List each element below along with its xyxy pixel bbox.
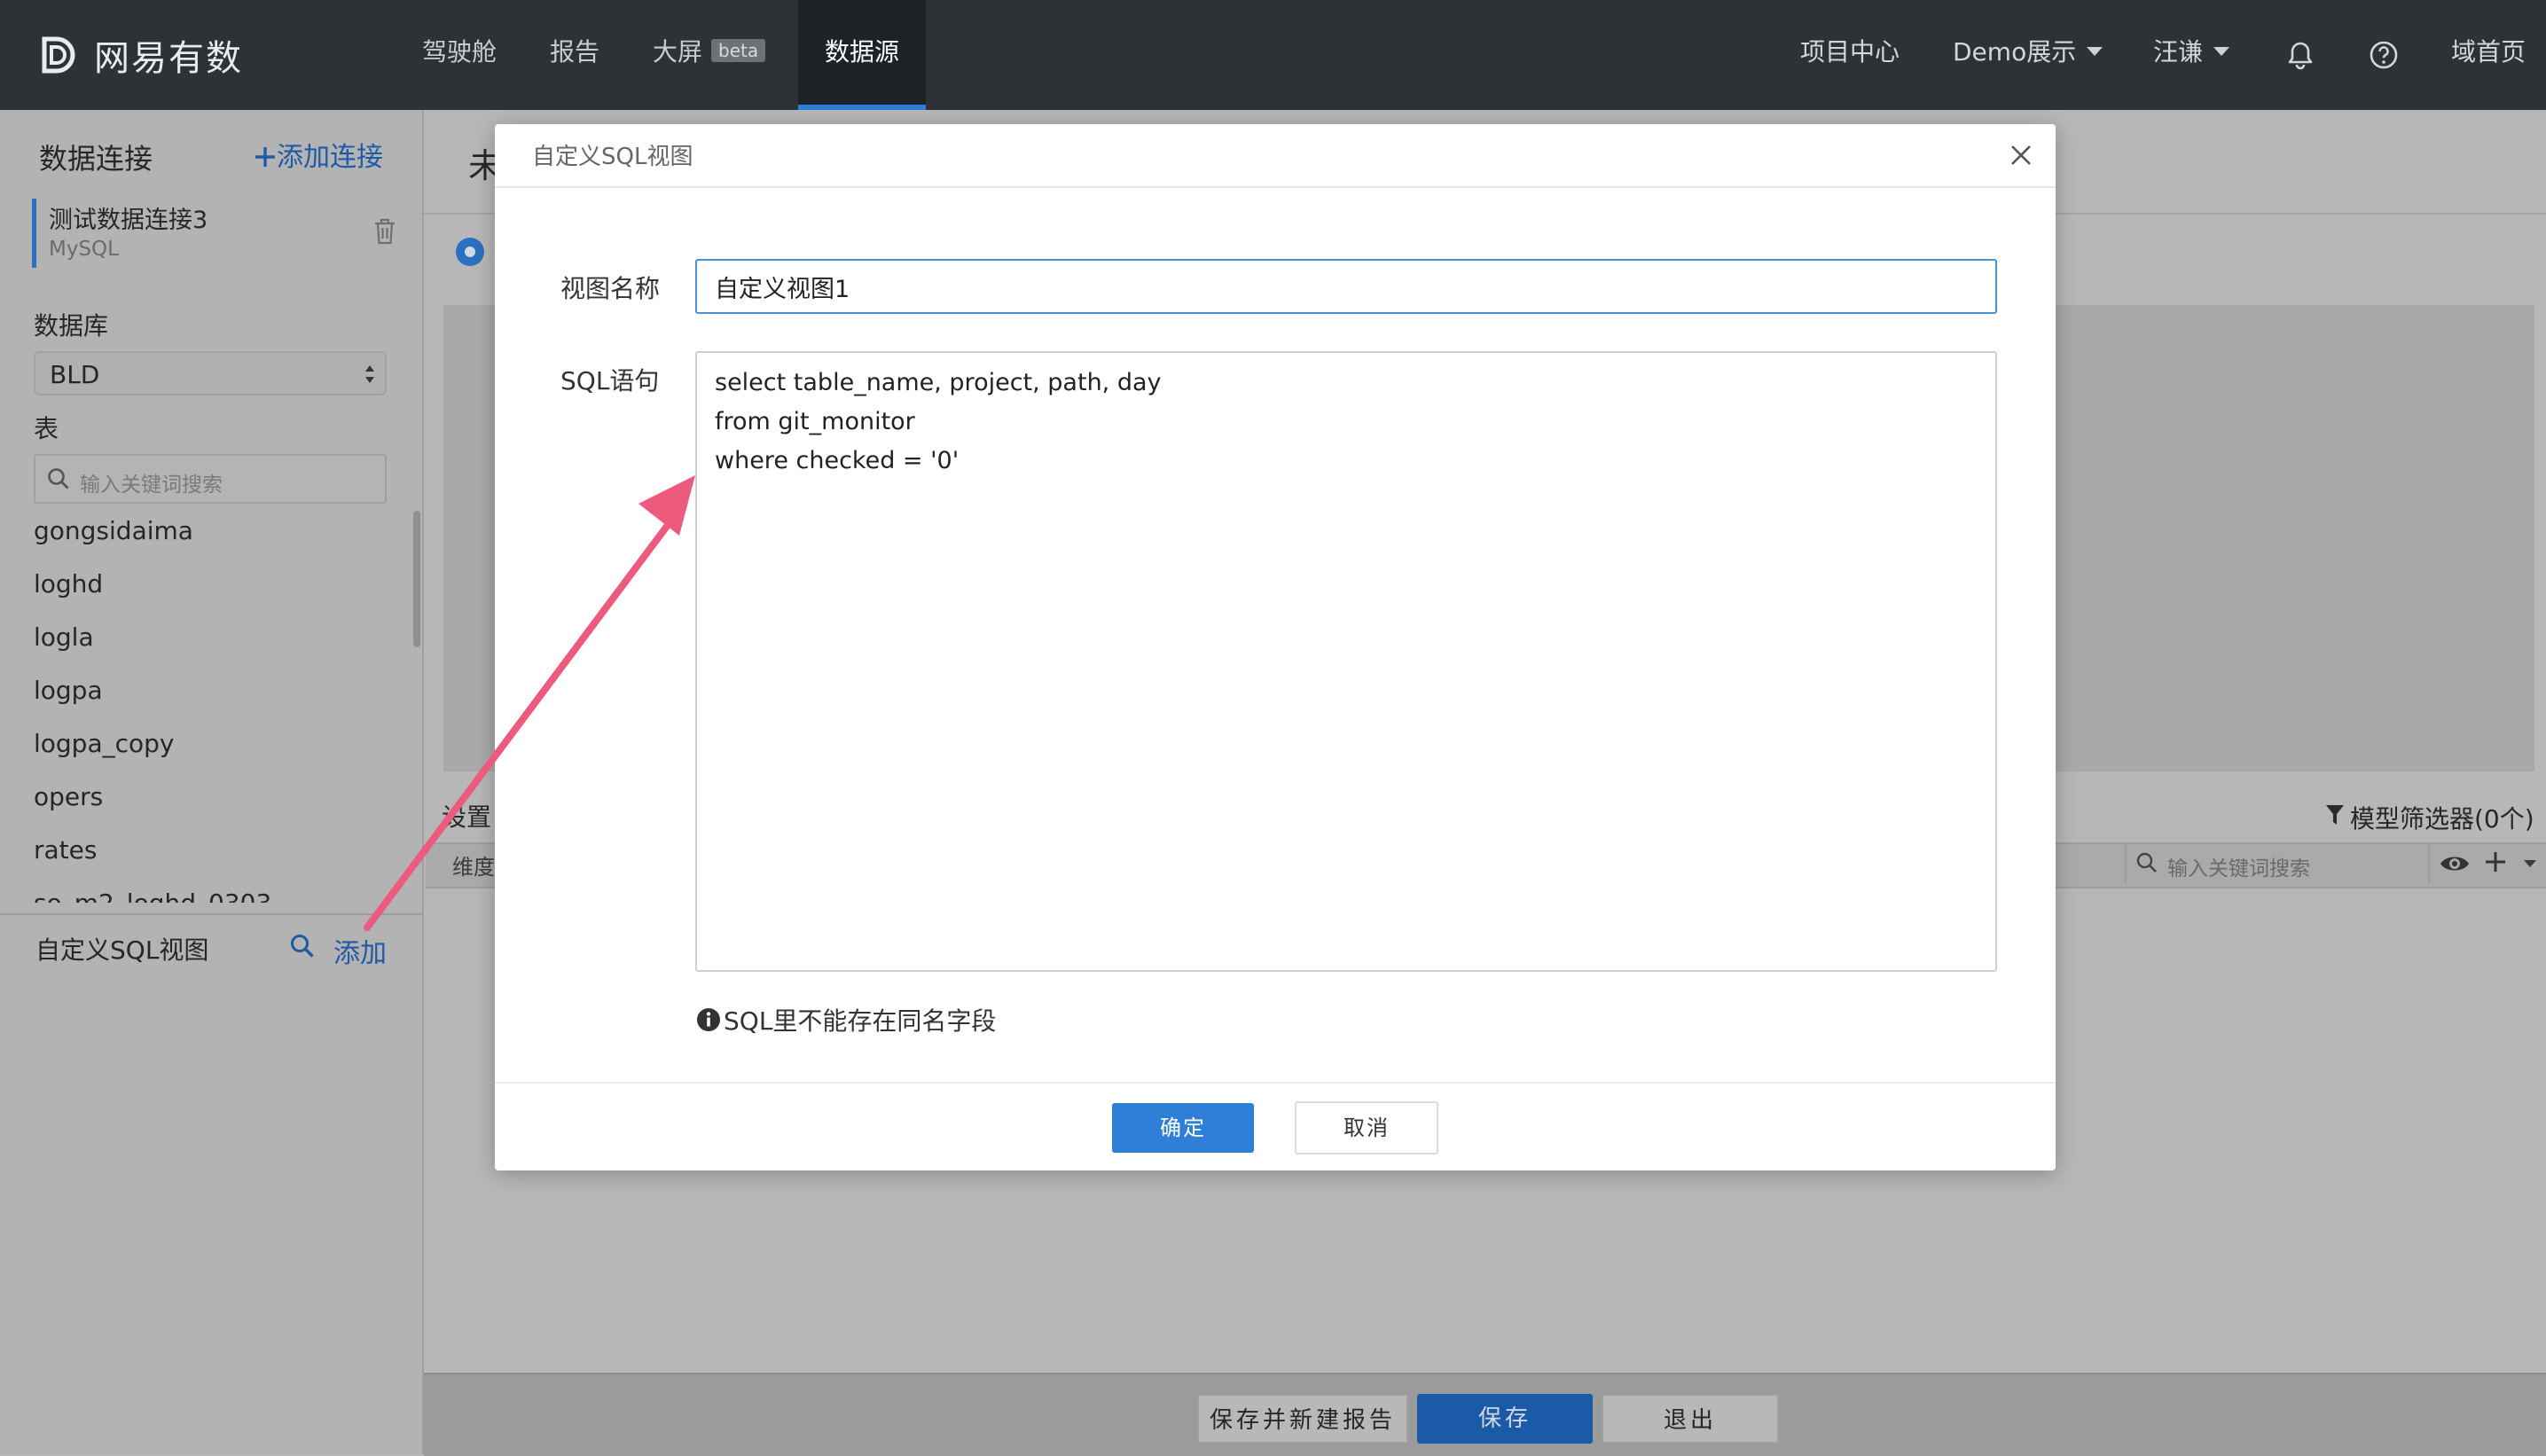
nav-cockpit[interactable]: 驾驶舱 [422,0,497,110]
dialog-footer [495,1082,2056,1172]
bell-icon[interactable] [2284,39,2316,71]
table-label: 表 [34,414,59,443]
nav-reports[interactable]: 报告 [550,0,603,110]
database-value: BLD [50,360,100,389]
project-center-link[interactable]: 项目中心 [1800,0,1900,110]
sidebar-title: 数据连接 [39,142,153,176]
demo-dropdown[interactable]: Demo展示 [1953,0,2103,110]
custom-sql-view-dialog: 自定义SQL视图 视图名称 SQL语句 SQL里不能存在同名字段 确定 取消 [495,124,2056,1170]
top-navigation-bar: 网易有数 驾驶舱 报告 大屏 beta 数据源 项目中心 Demo展示 汪谦 域首… [0,0,2546,110]
demo-label: Demo展示 [1953,37,2077,67]
info-icon [697,1008,720,1031]
database-select[interactable]: BLD [34,351,387,395]
view-name-input[interactable] [695,259,1997,314]
field-search-placeholder: 输入关键词搜索 [2167,857,2310,881]
custom-sql-view-label: 自定义SQL视图 [35,935,209,965]
add-view-button[interactable]: 添加 [333,931,387,970]
nav-big-screen-label: 大屏 [653,37,703,67]
search-icon [48,468,69,489]
table-item[interactable]: loghd [34,562,406,615]
brand-name: 网易有数 [94,38,243,79]
model-filter-button[interactable]: 模型筛选器(0个) [2350,800,2534,835]
logo-icon [42,36,75,74]
dimension-label: 维度 [452,855,495,880]
save-and-new-report-button[interactable]: 保存并新建报告 [1197,1394,1408,1444]
connection-name: 测试数据连接3 [49,207,208,234]
add-connection-button[interactable]: 添加连接 [254,135,383,174]
radio-button[interactable] [456,238,484,266]
database-label: 数据库 [34,311,109,341]
domain-home-label: 域首页 [2451,37,2526,67]
project-center-label: 项目中心 [1800,37,1900,67]
nav-cockpit-label: 驾驶舱 [422,37,497,67]
nav-big-screen[interactable]: 大屏 beta [653,0,786,110]
sql-hint-text: SQL里不能存在同名字段 [724,1006,997,1036]
search-icon[interactable] [289,933,316,959]
chevron-down-icon [2213,47,2230,56]
add-connection-label: 添加连接 [277,142,383,173]
eye-icon[interactable] [2439,851,2471,876]
user-dropdown[interactable]: 汪谦 [2153,0,2230,110]
table-item[interactable]: logla [34,615,406,669]
help-icon[interactable] [2368,39,2400,71]
table-search-input[interactable]: 输入关键词搜索 [34,454,387,504]
chevron-down-icon[interactable] [2524,860,2536,867]
field-search-input[interactable]: 输入关键词搜索 [2125,844,2430,883]
beta-badge: beta [711,39,766,62]
select-arrows-icon [365,365,374,383]
sidebar-scrollbar[interactable] [413,511,420,647]
table-item[interactable]: logpa [34,669,406,722]
table-item[interactable]: so_m2_loghd_0303 [34,881,406,903]
connection-item[interactable]: 测试数据连接3 MySQL [32,199,395,268]
table-item[interactable]: logpa_copy [34,722,406,775]
trash-icon[interactable] [372,216,398,247]
save-button[interactable]: 保存 [1417,1394,1593,1444]
table-item[interactable]: opers [34,775,406,828]
data-connection-sidebar: 数据连接 添加连接 测试数据连接3 MySQL 数据库 BLD 表 输入关键词搜… [0,110,424,1454]
confirm-button[interactable]: 确定 [1112,1103,1254,1153]
cancel-button[interactable]: 取消 [1295,1101,1438,1155]
domain-home-link[interactable]: 域首页 [2451,0,2526,110]
nav-data-source[interactable]: 数据源 [798,0,926,110]
divider [0,913,422,919]
search-icon [2136,852,2157,873]
close-icon[interactable] [2008,142,2034,168]
nav-reports-label: 报告 [550,37,600,67]
dialog-header: 自定义SQL视图 [495,124,2056,188]
connection-type: MySQL [49,238,119,261]
view-name-label: 视图名称 [560,274,661,303]
user-name: 汪谦 [2153,37,2204,67]
plus-icon [255,147,275,167]
chevron-down-icon [2087,47,2103,56]
sql-editor[interactable] [695,351,1997,972]
plus-icon[interactable] [2483,849,2508,874]
dialog-title: 自定义SQL视图 [532,144,693,170]
sql-label: SQL语句 [560,366,660,395]
table-search-placeholder: 输入关键词搜索 [80,474,223,497]
table-item[interactable]: gongsidaima [34,509,406,562]
sql-hint: SQL里不能存在同名字段 [695,1002,996,1037]
nav-data-source-label: 数据源 [824,37,899,67]
exit-button[interactable]: 退出 [1602,1394,1779,1444]
brand-logo[interactable]: 网易有数 [37,27,243,83]
table-item[interactable]: rates [34,828,406,881]
config-label: 设置 [442,802,492,832]
filter-icon [2326,805,2344,825]
